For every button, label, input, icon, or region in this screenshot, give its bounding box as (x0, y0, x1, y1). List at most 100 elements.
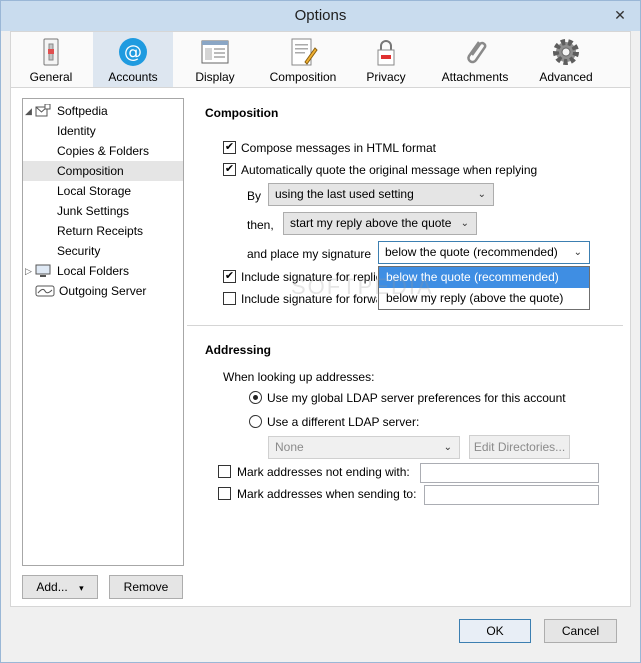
tab-composition[interactable]: Composition (257, 32, 349, 88)
tree-item-local-folders[interactable]: ▷ Local Folders (23, 261, 183, 281)
quote-method-select[interactable]: using the last used setting ⌄ (268, 183, 494, 206)
tree-label: Outgoing Server (59, 284, 147, 298)
mail-account-icon (35, 104, 51, 117)
tree-item-identity[interactable]: Identity (23, 121, 183, 141)
mark-sending-checkbox[interactable] (218, 487, 231, 500)
auto-quote-label: Automatically quote the original message… (241, 163, 538, 177)
tab-accounts-label: Accounts (108, 70, 158, 84)
composition-section-title: Composition (205, 106, 279, 120)
category-toolbar: General @ Accounts Display Composition P… (10, 31, 631, 88)
tab-accounts[interactable]: @ Accounts (93, 32, 173, 88)
tab-general-label: General (29, 70, 73, 84)
tree-label: Security (57, 244, 101, 258)
tab-advanced-label: Advanced (539, 70, 593, 84)
lookup-label: When looking up addresses: (223, 370, 375, 384)
expand-arrow-icon[interactable]: ◢ (25, 101, 32, 121)
tree-item-return-receipts[interactable]: Return Receipts (23, 221, 183, 241)
tab-general[interactable]: General (11, 32, 91, 88)
reply-position-select[interactable]: start my reply above the quote ⌄ (283, 212, 477, 235)
tab-privacy[interactable]: Privacy (351, 32, 421, 88)
tab-attachments-label: Attachments (441, 70, 509, 84)
paperclip-icon (467, 41, 487, 64)
tree-item-copies-folders[interactable]: Copies & Folders (23, 141, 183, 161)
tree-label: Softpedia (57, 104, 108, 118)
gear-icon (553, 39, 579, 65)
tab-display[interactable]: Display (175, 32, 255, 88)
global-ldap-label: Use my global LDAP server preferences fo… (267, 391, 566, 405)
tree-label: Composition (57, 164, 124, 178)
computer-icon (35, 264, 51, 277)
tree-item-junk-settings[interactable]: Junk Settings (23, 201, 183, 221)
chevron-down-icon: ⌄ (573, 247, 582, 258)
dropdown-arrow-icon: ▾ (79, 583, 84, 593)
signature-position-value: below the quote (recommended) (385, 245, 558, 259)
include-sig-reply-checkbox[interactable]: ✔ (223, 270, 236, 283)
include-sig-reply-label: Include signature for replies (241, 270, 377, 284)
account-tree[interactable]: ◢ Softpedia Identity Copies & Folders Co… (22, 98, 184, 566)
edit-directories-button[interactable]: Edit Directories... (469, 435, 570, 459)
remove-account-button[interactable]: Remove (109, 575, 183, 599)
tree-label: Return Receipts (57, 224, 144, 238)
chevron-down-icon: ⌄ (460, 218, 469, 229)
tree-item-security[interactable]: Security (23, 241, 183, 261)
mark-sending-label: Mark addresses when sending to: (237, 487, 417, 501)
chevron-down-icon: ⌄ (477, 189, 486, 200)
global-ldap-radio[interactable] (249, 391, 262, 404)
tree-item-softpedia[interactable]: ◢ Softpedia (23, 101, 183, 121)
tree-label: Local Folders (57, 264, 130, 278)
different-ldap-label: Use a different LDAP server: (267, 415, 420, 429)
tab-advanced[interactable]: Advanced (523, 32, 609, 88)
tree-item-local-storage[interactable]: Local Storage (23, 181, 183, 201)
server-icon (35, 285, 55, 297)
sending-to-input[interactable] (424, 485, 599, 505)
section-divider (187, 325, 623, 326)
mark-not-ending-checkbox[interactable] (218, 465, 231, 478)
different-ldap-radio[interactable] (249, 415, 262, 428)
mark-not-ending-label: Mark addresses not ending with: (237, 465, 410, 479)
by-label: By (247, 189, 262, 203)
composition-icon (291, 38, 318, 66)
privacy-icon (377, 40, 395, 66)
html-format-checkbox[interactable]: ✔ (223, 141, 236, 154)
auto-quote-checkbox[interactable]: ✔ (223, 163, 236, 176)
dropdown-option[interactable]: below the quote (recommended) (379, 267, 589, 288)
tree-label: Local Storage (57, 184, 132, 198)
title-bar[interactable]: Options ✕ (1, 1, 640, 31)
ldap-server-select[interactable]: None ⌄ (268, 436, 460, 459)
tab-attachments[interactable]: Attachments (427, 32, 523, 88)
display-icon (201, 40, 229, 64)
quote-method-value: using the last used setting (275, 187, 414, 201)
accounts-icon: @ (119, 38, 147, 66)
include-sig-forward-checkbox[interactable] (223, 292, 236, 305)
tree-item-composition[interactable]: Composition (23, 161, 183, 181)
html-format-label: Compose messages in HTML format (241, 141, 436, 155)
ldap-server-value: None (275, 440, 304, 454)
tree-label: Identity (57, 124, 96, 138)
chevron-down-icon: ⌄ (443, 442, 452, 453)
window-title: Options (294, 7, 347, 24)
close-button[interactable]: ✕ (608, 5, 632, 25)
tree-item-outgoing-server[interactable]: Outgoing Server (23, 281, 183, 301)
general-icon (43, 38, 59, 66)
then-label: then, (247, 218, 274, 232)
signature-position-dropdown[interactable]: below the quote (recommended) below my r… (378, 266, 590, 310)
include-sig-forward-label: Include signature for forwards (241, 292, 377, 306)
tree-label: Copies & Folders (57, 144, 150, 158)
dropdown-option[interactable]: below my reply (above the quote) (379, 288, 589, 309)
ok-button[interactable]: OK (459, 619, 531, 643)
expand-arrow-icon[interactable]: ▷ (25, 261, 32, 281)
tab-privacy-label: Privacy (366, 70, 406, 84)
content-panel: ◢ Softpedia Identity Copies & Folders Co… (10, 87, 631, 607)
add-account-button[interactable]: Add... ▾ (22, 575, 98, 599)
svg-text:@: @ (124, 42, 142, 63)
tab-display-label: Display (195, 70, 235, 84)
options-window: Options ✕ General @ Accounts Display Com… (0, 0, 641, 663)
tree-label: Junk Settings (57, 204, 130, 218)
add-button-label: Add... (36, 580, 68, 594)
signature-position-label: and place my signature (247, 247, 372, 261)
cancel-button[interactable]: Cancel (544, 619, 617, 643)
signature-position-select[interactable]: below the quote (recommended) ⌄ (378, 241, 590, 264)
addressing-section-title: Addressing (205, 343, 272, 357)
reply-position-value: start my reply above the quote (290, 216, 452, 230)
domain-input[interactable] (420, 463, 599, 483)
